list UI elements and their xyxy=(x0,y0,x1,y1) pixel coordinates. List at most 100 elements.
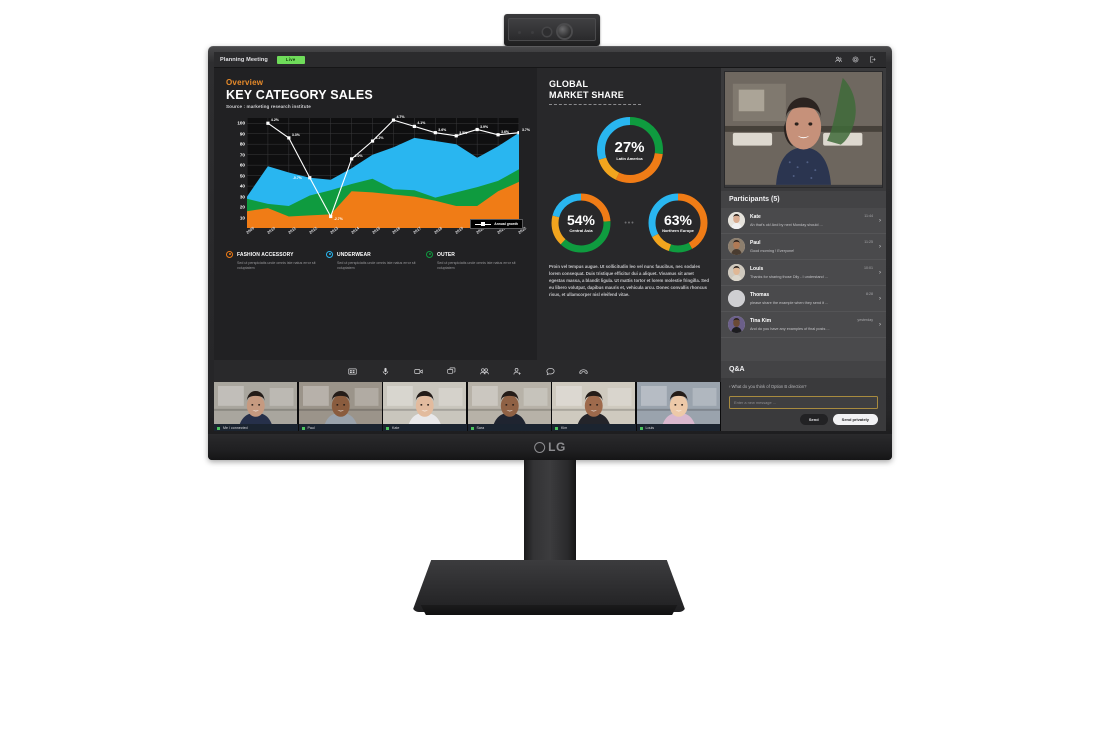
video-camera-icon[interactable] xyxy=(413,367,423,376)
video-tile[interactable]: Kate xyxy=(383,382,468,431)
donut-chart: 27% Latin America xyxy=(594,114,666,186)
y-tick-label: 10 xyxy=(239,215,245,221)
participant-message: Thanks for sharing those Dlly - I unders… xyxy=(750,274,828,279)
monitor-stand-base-edge xyxy=(420,605,678,615)
legend-color-dot-icon xyxy=(326,251,333,258)
slide-title: KEY CATEGORY SALES xyxy=(226,88,373,102)
donut-chart: 63% Northern Europe xyxy=(646,191,710,255)
meeting-workarea: Overview KEY CATEGORY SALES Source : mar… xyxy=(214,68,886,431)
legend-title: UNDERWEAR xyxy=(337,251,371,258)
layout-grid-icon[interactable] xyxy=(347,367,357,376)
gms-line-1: GLOBAL xyxy=(549,79,589,89)
chevron-right-icon[interactable]: › xyxy=(879,244,881,250)
end-call-icon[interactable] xyxy=(578,367,588,376)
growth-point-label: -0.7% xyxy=(292,175,302,180)
chevron-right-icon[interactable]: › xyxy=(879,270,881,276)
participant-row[interactable]: Thomas please share the example when they… xyxy=(721,286,886,312)
growth-point-label: 2.0% xyxy=(354,153,363,158)
webcam-ir-sensor-icon xyxy=(543,28,551,36)
growth-point-label: 3.9% xyxy=(480,124,489,129)
donut-region: Central Asia xyxy=(569,228,593,234)
webcam-bar xyxy=(508,18,596,41)
donut-row-top: 27% Latin America xyxy=(549,114,710,186)
participant-filmstrip: Me / connected Paul Kate Sara Kim Louis xyxy=(214,382,721,431)
participant-time: 11:44 xyxy=(864,214,873,218)
donut-center: 63% Northern Europe xyxy=(646,191,710,255)
webcam-lens-icon xyxy=(558,25,571,38)
video-tile[interactable]: Sara xyxy=(467,382,552,431)
message-input[interactable]: Enter a new message ... xyxy=(729,396,878,409)
chevron-right-icon[interactable]: › xyxy=(879,296,881,302)
legend-color-dot-icon xyxy=(426,251,433,258)
live-badge: Live xyxy=(276,55,305,64)
video-tile[interactable]: Kim xyxy=(552,382,637,431)
video-tile-label: Louis xyxy=(645,426,655,430)
shared-slide: Overview KEY CATEGORY SALES Source : mar… xyxy=(214,68,721,360)
add-person-icon[interactable] xyxy=(513,367,522,376)
settings-gear-icon[interactable] xyxy=(852,56,859,63)
screen-share-icon[interactable] xyxy=(446,367,456,376)
participants-icon[interactable] xyxy=(479,367,489,376)
qa-question[interactable]: › What do you think of Option B directio… xyxy=(729,384,878,389)
avatar-image xyxy=(728,316,745,333)
participant-name: Louis xyxy=(750,266,764,273)
video-tile[interactable]: Paul xyxy=(298,382,383,431)
y-tick-label: 30 xyxy=(239,194,245,200)
chevron-right-icon[interactable]: › xyxy=(879,218,881,224)
participant-message: Ah that's ok! And by next Monday should … xyxy=(750,222,823,227)
participants-panel-title: Participants (5) xyxy=(721,191,886,208)
video-tile[interactable]: Louis xyxy=(636,382,721,431)
video-tile-name: Me / connected xyxy=(214,424,298,431)
avatar xyxy=(728,290,745,307)
growth-point-label: 3.6% xyxy=(438,127,447,132)
participant-row[interactable]: Paul Good morning ! Everyone! 11:25 › xyxy=(721,234,886,260)
participant-name: Thomas xyxy=(750,292,770,299)
growth-point-label: 3.5% xyxy=(459,130,468,135)
donut-center: 54% Central Asia xyxy=(549,191,613,255)
participant-row[interactable]: Kate Ah that's ok! And by next Monday sho… xyxy=(721,208,886,234)
qa-actions: Send Send privately xyxy=(729,414,878,425)
microphone-icon[interactable] xyxy=(381,367,390,376)
participant-row[interactable]: Louis Thanks for sharing those Dlly - I u… xyxy=(721,260,886,286)
send-button[interactable]: Send xyxy=(799,414,828,425)
avatar-image xyxy=(728,238,745,255)
y-tick-label: 80 xyxy=(239,141,245,147)
y-tick-label: 100 xyxy=(237,120,245,126)
gms-line-2: MARKET SHARE xyxy=(549,89,624,100)
chart-y-axis: 10 20 30 40 50 60 70 80 90 100 xyxy=(226,116,245,228)
self-view-image xyxy=(725,72,882,185)
growth-point-label: 3.6% xyxy=(501,129,510,134)
participants-list[interactable]: Kate Ah that's ok! And by next Monday sho… xyxy=(721,208,886,361)
video-tile-label: Sara xyxy=(476,426,485,430)
participant-row[interactable]: Tina Kim And do you have any examples of … xyxy=(721,312,886,338)
video-tile-name: Sara xyxy=(467,424,551,431)
y-tick-label: 20 xyxy=(239,204,245,210)
send-privately-button[interactable]: Send privately xyxy=(832,414,878,425)
donut-percent: 27% xyxy=(614,138,645,156)
webcam-mic-dot xyxy=(518,31,521,34)
participant-meta: Paul Good morning ! Everyone! xyxy=(750,240,880,253)
online-status-dot-icon xyxy=(555,426,558,430)
chevron-right-icon[interactable]: › xyxy=(879,322,881,328)
growth-point-label: 4.7% xyxy=(396,115,405,120)
participant-message: Good morning ! Everyone! xyxy=(750,248,795,253)
growth-legend-label: Annual growth xyxy=(494,222,518,226)
growth-point-label: -2.7% xyxy=(333,217,343,222)
participant-time: 10:01 xyxy=(864,266,873,270)
online-status-dot-icon xyxy=(386,426,389,430)
monitor-chin: LG xyxy=(208,434,892,460)
growth-line-icon xyxy=(475,222,492,226)
participant-message: And do you have any examples of final po… xyxy=(750,326,830,331)
add-people-icon[interactable] xyxy=(835,56,842,63)
lg-logo-ring-icon xyxy=(534,441,546,453)
y-tick-label: 50 xyxy=(239,173,245,179)
chat-bubble-icon[interactable] xyxy=(545,367,555,376)
legend-color-dot-icon xyxy=(226,251,233,258)
heading-underline xyxy=(549,104,641,106)
global-market-share-heading: GLOBAL MARKET SHARE xyxy=(549,79,710,100)
participant-meta: Louis Thanks for sharing those Dlly - I u… xyxy=(750,266,880,279)
self-view-video[interactable] xyxy=(724,71,883,188)
slide-eyebrow: Overview xyxy=(226,78,264,87)
exit-icon[interactable] xyxy=(869,56,876,63)
video-tile[interactable]: Me / connected xyxy=(214,382,299,431)
